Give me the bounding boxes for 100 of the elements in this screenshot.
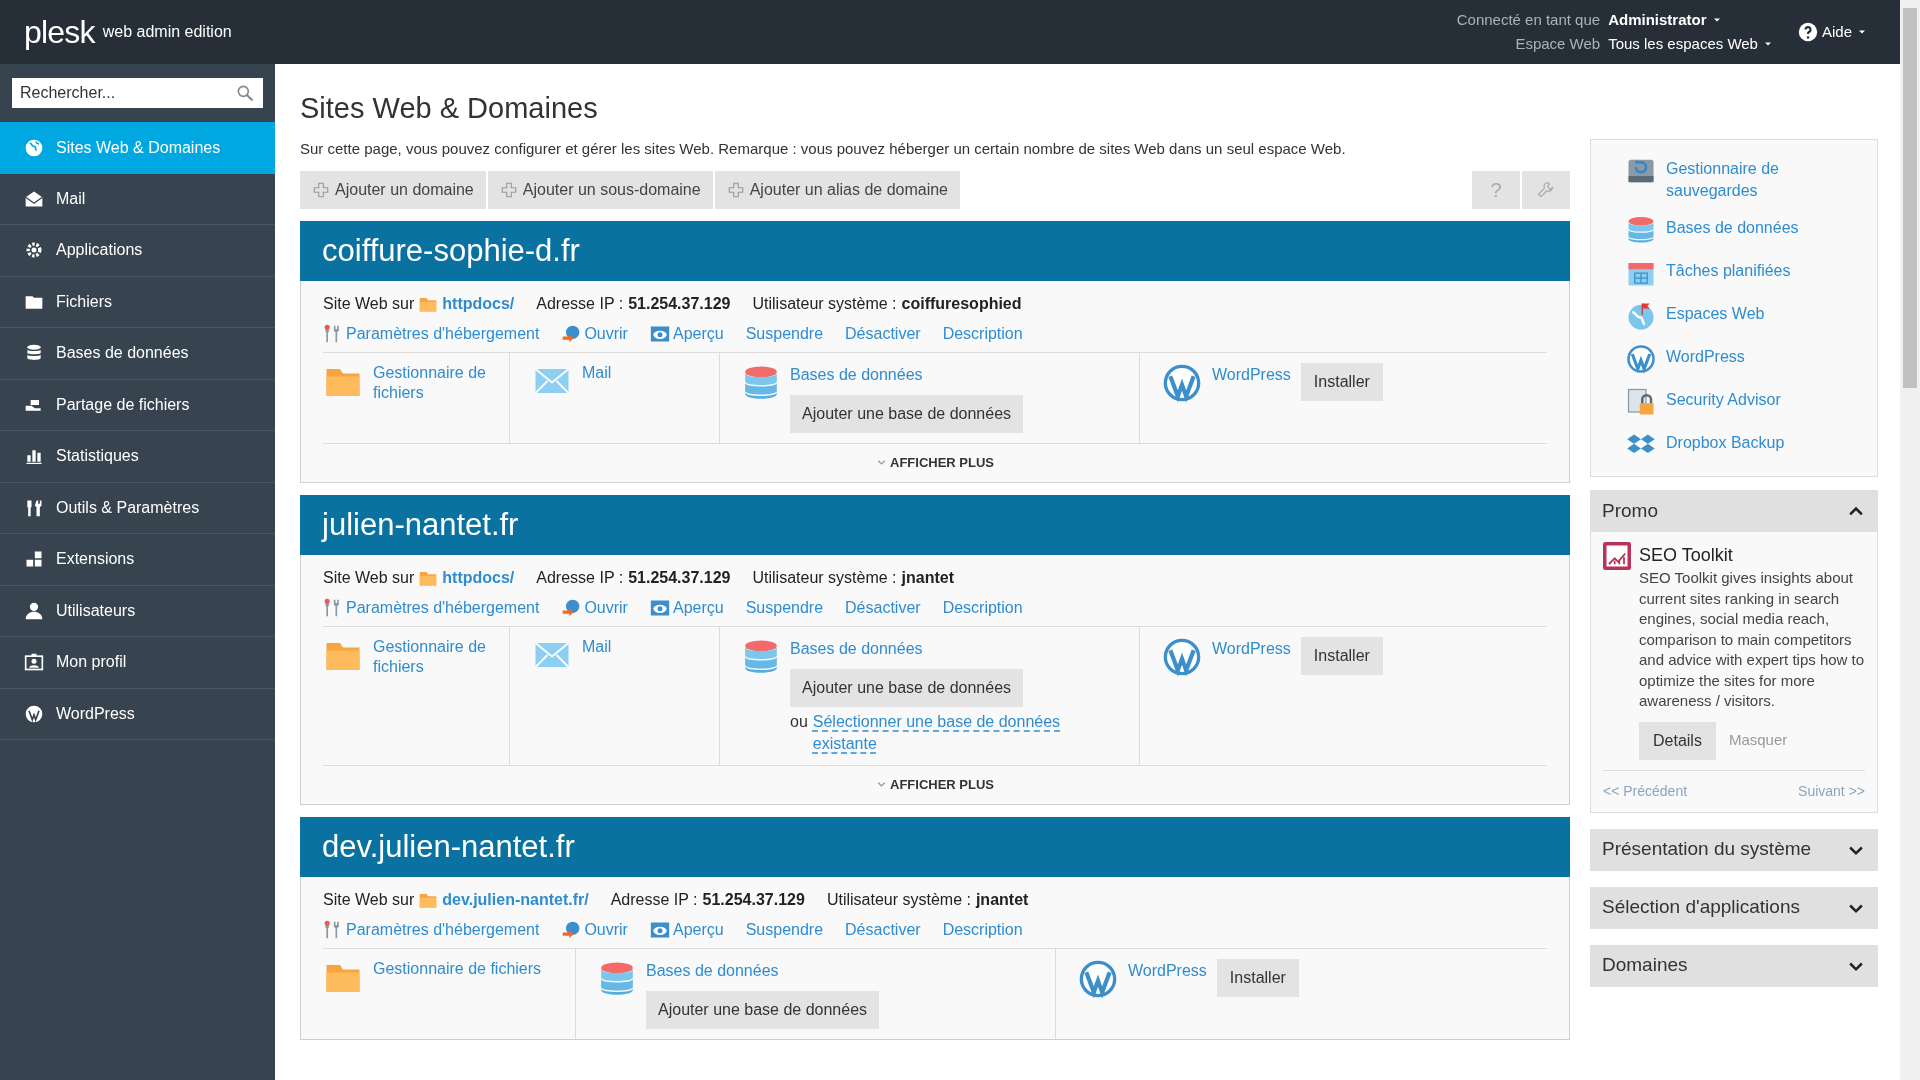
globe-arrow-icon — [561, 920, 582, 941]
action-link[interactable]: Suspendre — [745, 322, 824, 347]
file-manager-link[interactable]: Gestionnaire de fichiers — [373, 636, 499, 755]
action-link[interactable]: Description — [942, 596, 1023, 621]
action-link[interactable]: Suspendre — [745, 596, 824, 621]
wordpress-link[interactable]: WordPress — [1212, 364, 1291, 433]
domain-name[interactable]: coiffure-sophie-d.fr — [322, 227, 580, 274]
add-database-button[interactable]: Ajouter une base de données — [790, 394, 1024, 433]
databases-link[interactable]: Bases de données — [646, 960, 779, 981]
mail-link[interactable]: Mail — [582, 362, 612, 433]
wrench-icon — [1536, 179, 1556, 200]
file-manager-link[interactable]: Gestionnaire de fichiers — [373, 958, 542, 1029]
action-link[interactable]: Désactiver — [845, 596, 921, 621]
sidebar-item[interactable]: Extensions — [0, 534, 275, 586]
action-link[interactable]: Ouvrir — [561, 596, 628, 621]
scrollbar[interactable] — [1900, 0, 1920, 1080]
search-icon — [235, 83, 255, 103]
mail-link[interactable]: Mail — [582, 636, 612, 755]
search-field[interactable]: Rechercher... — [12, 78, 263, 108]
action-link[interactable]: Description — [942, 918, 1023, 943]
action-link[interactable]: Ouvrir — [561, 918, 628, 943]
user-menu[interactable]: Administrator — [1608, 8, 1774, 32]
promo-title: SEO Toolkit — [1639, 544, 1733, 567]
install-button[interactable]: Installer — [1300, 362, 1383, 401]
plus-icon — [726, 180, 745, 199]
next-link[interactable]: Suivant >> — [1798, 780, 1865, 802]
databases-link[interactable]: Bases de données — [790, 638, 923, 659]
quick-link[interactable]: WordPress — [1666, 344, 1745, 368]
quick-link[interactable]: Espaces Web — [1666, 301, 1765, 325]
action-link[interactable]: Aperçu — [649, 918, 724, 943]
show-more-button[interactable]: AFFICHER PLUS — [876, 765, 994, 804]
toolbar-button[interactable]: Ajouter un domaine — [300, 170, 486, 209]
system-user-label: Utilisateur système : — [752, 293, 897, 314]
page-title: Sites Web & Domaines — [300, 91, 599, 126]
toolbar-button[interactable]: Ajouter un sous-domaine — [487, 170, 713, 209]
site-label: Site Web sur — [323, 567, 415, 588]
toolbar-button[interactable]: Ajouter un alias de domaine — [714, 170, 960, 209]
sidebar-item[interactable]: Applications — [0, 225, 275, 277]
file-manager-link[interactable]: Gestionnaire de fichiers — [373, 362, 499, 433]
path-link[interactable]: dev.julien-nantet.fr/ — [442, 887, 589, 912]
show-more-button[interactable]: AFFICHER PLUS — [876, 443, 994, 482]
globe-icon — [24, 137, 44, 158]
sidebar-item[interactable]: Partage de fichiers — [0, 379, 275, 431]
padlock-icon — [1626, 387, 1656, 417]
help-button[interactable]: ? — [1472, 170, 1520, 209]
previous-link[interactable]: << Précédent — [1603, 780, 1688, 802]
details-button[interactable]: Details — [1639, 721, 1716, 760]
install-button[interactable]: Installer — [1300, 636, 1383, 675]
select-database-link[interactable]: Sélectionner une base de données existante — [812, 710, 1090, 755]
promo-header[interactable]: Promo — [1590, 490, 1878, 532]
sidebar-item[interactable]: Utilisateurs — [0, 585, 275, 637]
databases-link[interactable]: Bases de données — [790, 364, 923, 385]
wordpress-icon — [1162, 636, 1202, 677]
sidebar-item[interactable]: Sites Web & Domaines — [0, 122, 275, 174]
quick-link[interactable]: Dropbox Backup — [1666, 430, 1785, 454]
install-button[interactable]: Installer — [1216, 958, 1299, 997]
action-link[interactable]: Aperçu — [649, 322, 724, 347]
hide-button[interactable]: Masquer — [1728, 729, 1788, 752]
action-link[interactable]: Désactiver — [845, 918, 921, 943]
collapsible-panel-header[interactable]: Domaines — [1590, 944, 1878, 987]
domain-name[interactable]: dev.julien-nantet.fr — [322, 823, 575, 870]
system-user: jnantet — [901, 567, 954, 588]
wordpress-link[interactable]: WordPress — [1128, 960, 1207, 1029]
sidebar-item[interactable]: Outils & Paramètres — [0, 482, 275, 534]
help-menu[interactable]: Aide — [1797, 20, 1868, 44]
action-link[interactable]: Paramètres d'hébergement — [323, 322, 540, 347]
action-link[interactable]: Paramètres d'hébergement — [323, 596, 540, 621]
action-link[interactable]: Désactiver — [845, 322, 921, 347]
quick-link[interactable]: Tâches planifiées — [1666, 258, 1791, 282]
quick-link[interactable]: Gestionnaire de sauvegardes — [1666, 156, 1867, 202]
system-user-label: Utilisateur système : — [752, 567, 897, 588]
add-database-button[interactable]: Ajouter une base de données — [646, 990, 880, 1029]
collapsible-panel-header[interactable]: Présentation du système — [1590, 828, 1878, 871]
ip-address: 51.254.37.129 — [628, 293, 731, 314]
sidebar-item[interactable]: WordPress — [0, 688, 275, 740]
sidebar-item[interactable]: Mail — [0, 173, 275, 225]
settings-button[interactable] — [1522, 170, 1570, 209]
action-link[interactable]: Ouvrir — [561, 322, 628, 347]
action-link[interactable]: Aperçu — [649, 596, 724, 621]
web-space-menu[interactable]: Tous les espaces Web — [1608, 32, 1774, 56]
eye-window-icon — [649, 920, 670, 941]
profile-icon — [24, 652, 44, 673]
site-label: Site Web sur — [323, 293, 415, 314]
path-link[interactable]: httpdocs/ — [442, 291, 515, 316]
action-link[interactable]: Paramètres d'hébergement — [323, 918, 540, 943]
sidebar-item[interactable]: Bases de données — [0, 328, 275, 380]
action-link[interactable]: Suspendre — [745, 918, 824, 943]
wordpress-link[interactable]: WordPress — [1212, 638, 1291, 755]
database-icon — [1626, 215, 1656, 245]
domain-name[interactable]: julien-nantet.fr — [322, 501, 519, 548]
quick-link[interactable]: Security Advisor — [1666, 387, 1781, 411]
sidebar-item[interactable]: Mon profil — [0, 637, 275, 689]
path-link[interactable]: httpdocs/ — [442, 565, 515, 590]
add-database-button[interactable]: Ajouter une base de données — [790, 668, 1024, 707]
action-link[interactable]: Description — [942, 322, 1023, 347]
quick-link[interactable]: Bases de données — [1666, 215, 1799, 239]
collapsible-panel-header[interactable]: Sélection d'applications — [1590, 886, 1878, 929]
sidebar-item[interactable]: Statistiques — [0, 431, 275, 483]
web-space-label: Espace Web — [1514, 34, 1601, 54]
sidebar-item[interactable]: Fichiers — [0, 276, 275, 328]
